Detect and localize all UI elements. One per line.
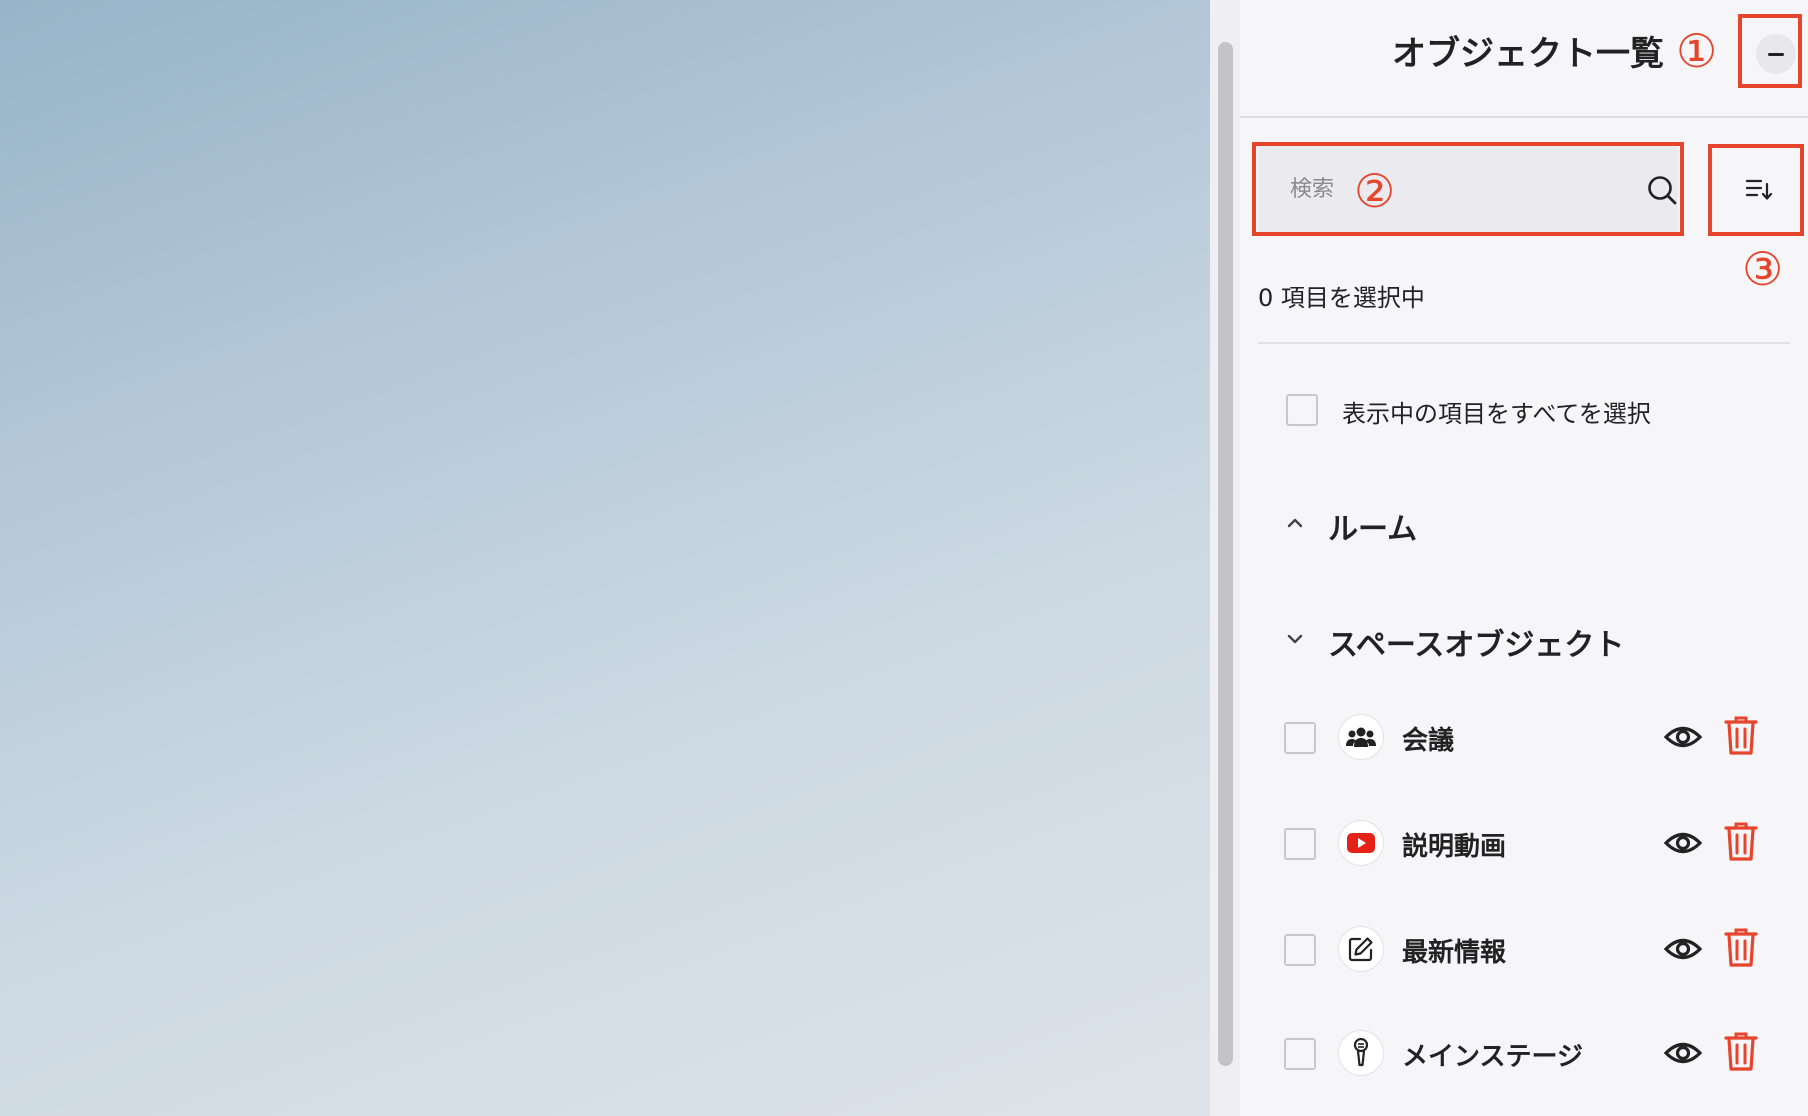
panel-header: オブジェクト一覧 ① xyxy=(1240,0,1808,118)
chevron-up-icon xyxy=(1287,518,1303,528)
list-item[interactable]: メインステージ xyxy=(1284,1028,1808,1082)
collapse-button[interactable] xyxy=(1756,34,1796,74)
eye-icon[interactable] xyxy=(1664,932,1702,966)
list-item[interactable]: 最新情報 xyxy=(1284,924,1808,978)
object-list-panel: オブジェクト一覧 ① ② ③ 0 項目を選択中 表示中の項目をすべてを選択 xyxy=(1240,0,1808,1116)
annotation-box-3 xyxy=(1708,144,1804,236)
group-header-room[interactable]: ルーム xyxy=(1284,500,1764,547)
list-item[interactable]: 会議 xyxy=(1284,712,1808,766)
youtube-icon xyxy=(1338,820,1384,866)
chevron-down-icon xyxy=(1287,634,1303,644)
selected-count: 0 項目を選択中 xyxy=(1258,284,1425,312)
scrollbar-thumb[interactable] xyxy=(1218,42,1233,1066)
list-item[interactable]: 説明動画 xyxy=(1284,818,1808,872)
eye-icon[interactable] xyxy=(1664,1036,1702,1070)
canvas-background xyxy=(0,0,1210,1116)
eye-icon[interactable] xyxy=(1664,826,1702,860)
edit-note-icon xyxy=(1338,926,1384,972)
item-name: 会議 xyxy=(1402,726,1455,756)
minus-icon xyxy=(1768,52,1784,56)
group-label: ルーム xyxy=(1328,512,1418,547)
panel-title: オブジェクト一覧 xyxy=(1392,34,1664,74)
group-label: スペースオブジェクト xyxy=(1328,628,1625,663)
microphone-icon xyxy=(1338,1030,1384,1076)
item-name: 説明動画 xyxy=(1402,832,1507,862)
item-checkbox[interactable] xyxy=(1284,1038,1316,1070)
item-checkbox[interactable] xyxy=(1284,934,1316,966)
annotation-box-2 xyxy=(1252,142,1684,236)
trash-icon[interactable] xyxy=(1724,926,1758,968)
trash-icon[interactable] xyxy=(1724,714,1758,756)
item-checkbox[interactable] xyxy=(1284,722,1316,754)
select-all-label: 表示中の項目をすべてを選択 xyxy=(1342,400,1651,428)
item-name: 最新情報 xyxy=(1402,938,1507,968)
divider xyxy=(1258,342,1790,344)
annotation-marker-1: ① xyxy=(1676,24,1718,78)
group-header-space-objects[interactable]: スペースオブジェクト xyxy=(1284,616,1764,663)
item-checkbox[interactable] xyxy=(1284,828,1316,860)
trash-icon[interactable] xyxy=(1724,820,1758,862)
item-name: メインステージ xyxy=(1402,1042,1583,1072)
select-all-checkbox[interactable] xyxy=(1286,394,1318,426)
eye-icon[interactable] xyxy=(1664,720,1702,754)
people-icon xyxy=(1338,714,1384,760)
trash-icon[interactable] xyxy=(1724,1030,1758,1072)
annotation-marker-3: ③ xyxy=(1742,242,1784,296)
